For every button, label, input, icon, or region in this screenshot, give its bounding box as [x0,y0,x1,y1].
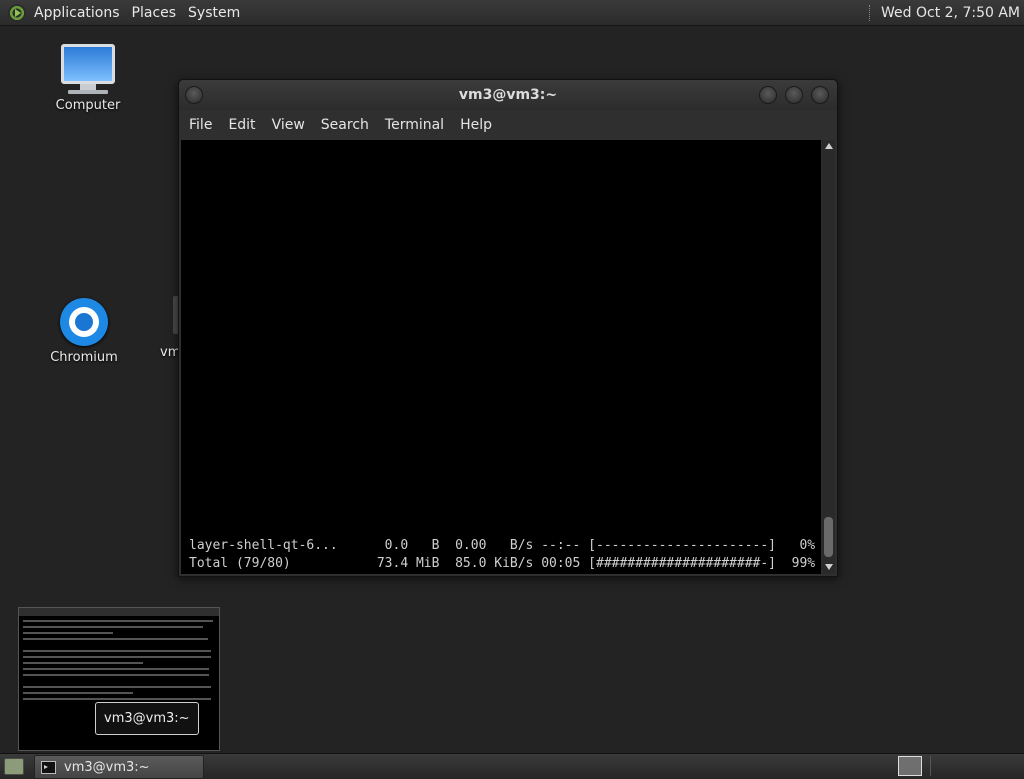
desktop-icon-computer[interactable]: Computer [48,44,128,113]
menu-edit[interactable]: Edit [220,117,263,133]
terminal-icon [41,760,56,774]
preview-line [23,674,209,676]
preview-line [23,650,211,652]
preview-line [23,692,133,694]
menu-file[interactable]: File [181,117,220,133]
bottom-panel: vm3@vm3:~ [0,753,1024,779]
menu-terminal[interactable]: Terminal [377,117,452,133]
preview-line [23,638,208,640]
close-button[interactable] [811,86,829,104]
chromium-icon [60,298,108,346]
menu-view[interactable]: View [264,117,313,133]
window-preview-thumbnail[interactable]: vm3@vm3:~ [18,607,220,751]
clock[interactable]: Wed Oct 2, 7:50 AM [881,5,1024,21]
preview-menubar [19,608,219,616]
preview-line [23,698,211,700]
show-desktop-icon[interactable] [4,758,24,775]
terminal-window[interactable]: vm3@vm3:~ File Edit View Search Terminal… [178,79,838,577]
preview-line [23,632,113,634]
menu-system[interactable]: System [182,5,246,21]
desktop-icon-label: Chromium [50,350,118,365]
preview-label: vm3@vm3:~ [95,702,199,735]
taskbar-item-terminal[interactable]: vm3@vm3:~ [34,755,204,779]
terminal-output[interactable]: layer-shell-qt-6... 0.0 B 0.00 B/s --:--… [181,140,821,574]
preview-line [23,620,213,622]
preview-line [23,668,209,670]
preview-line [23,656,211,658]
menu-help[interactable]: Help [452,117,500,133]
terminal-line: layer-shell-qt-6... 0.0 B 0.00 B/s --:--… [189,538,816,553]
scroll-up-arrow-icon[interactable] [825,143,833,149]
taskbar-item-label: vm3@vm3:~ [64,759,150,775]
preview-line [23,626,203,628]
desktop-icon-label: Computer [55,98,121,113]
maximize-button[interactable] [785,86,803,104]
vertical-scrollbar[interactable] [822,140,835,574]
distro-logo-icon[interactable] [8,3,26,22]
panel-divider [930,756,1024,776]
workspace-switcher[interactable] [898,756,922,776]
terminal-line: Total (79/80) 73.4 MiB 85.0 KiB/s 00:05 … [189,556,816,571]
panel-separator [869,4,873,21]
menu-applications[interactable]: Applications [28,5,126,21]
window-titlebar[interactable]: vm3@vm3:~ [179,80,837,110]
preview-line [23,662,143,664]
computer-icon-base [68,90,108,94]
window-title: vm3@vm3:~ [458,87,558,103]
top-panel: Applications Places System Wed Oct 2, 7:… [0,0,1024,26]
computer-icon [61,44,115,84]
desktop-icon-chromium[interactable]: Chromium [42,298,126,365]
clock-area: Wed Oct 2, 7:50 AM [869,0,1024,25]
scroll-down-arrow-icon[interactable] [825,564,833,570]
minimize-button[interactable] [759,86,777,104]
terminal-menubar: File Edit View Search Terminal Help [179,110,837,140]
scrollbar-thumb[interactable] [824,517,833,557]
preview-line [23,686,211,688]
menu-search[interactable]: Search [313,117,377,133]
menu-places[interactable]: Places [126,5,183,21]
